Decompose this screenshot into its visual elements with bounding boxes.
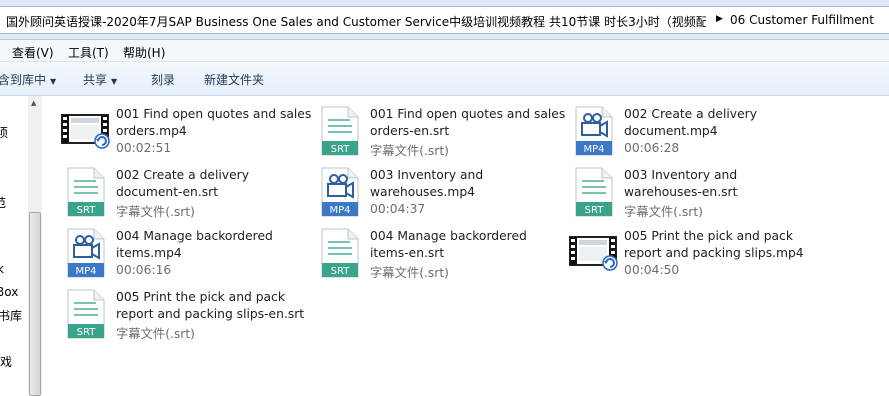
file-type: 字幕文件(.srt) bbox=[370, 144, 449, 158]
srt-badge: SRT bbox=[331, 266, 351, 277]
file-name-line2: orders-en.srt bbox=[370, 124, 450, 138]
video-thumbnail-icon bbox=[60, 106, 110, 156]
file-name-line1: 001 Find open quotes and sales bbox=[116, 107, 312, 121]
file-name-line2: items-en.srt bbox=[370, 246, 445, 260]
address-bar[interactable]: 国外顾问英语授课-2020年7月SAP Business One Sales a… bbox=[0, 6, 889, 34]
file-name-line1: 003 Inventory and bbox=[624, 168, 738, 182]
file-name-line2: report and packing slips.mp4 bbox=[624, 246, 804, 260]
nav-item[interactable]: 书库 bbox=[0, 307, 22, 324]
mp4-badge: MP4 bbox=[329, 205, 350, 216]
file-name-line1: 005 Print the pick and pack bbox=[116, 290, 285, 304]
mp4-file-icon: MP4 bbox=[60, 228, 110, 278]
file-name-line1: 004 Manage backordered bbox=[116, 229, 273, 243]
breadcrumb-chevron-icon[interactable]: ▶ bbox=[716, 14, 723, 24]
file-name-line2: items.mp4 bbox=[116, 246, 182, 260]
breadcrumb-current[interactable]: 06 Customer Fulfillment bbox=[730, 13, 874, 27]
address-bar-area: 国外顾问英语授课-2020年7月SAP Business One Sales a… bbox=[0, 0, 889, 40]
file-name-line2: warehouses-en.srt bbox=[624, 185, 738, 199]
file-item[interactable]: MP4 002 Create a delivery document.mp4 0… bbox=[568, 106, 816, 162]
file-name-line1: 005 Print the pick and pack bbox=[624, 229, 793, 243]
file-name-line1: 001 Find open quotes and sales bbox=[370, 107, 566, 121]
srt-file-icon: SRT bbox=[314, 228, 364, 278]
nav-item[interactable]: 须 bbox=[0, 124, 8, 141]
file-name-line1: 004 Manage backordered bbox=[370, 229, 527, 243]
file-duration: 00:04:50 bbox=[624, 263, 680, 277]
file-item[interactable]: 001 Find open quotes and sales orders.mp… bbox=[60, 106, 312, 162]
file-item[interactable]: MP4 004 Manage backordered items.mp4 00:… bbox=[60, 228, 308, 284]
file-item[interactable]: SRT 003 Inventory and warehouses-en.srt … bbox=[568, 167, 816, 223]
srt-badge: SRT bbox=[331, 144, 351, 155]
srt-badge: SRT bbox=[77, 205, 97, 216]
file-duration: 00:06:16 bbox=[116, 263, 172, 277]
file-item[interactable]: SRT 004 Manage backordered items-en.srt … bbox=[314, 228, 562, 284]
mp4-file-icon: MP4 bbox=[568, 106, 618, 156]
nav-item[interactable]: k bbox=[0, 262, 4, 276]
share-label: 共享 bbox=[83, 73, 108, 87]
file-item[interactable]: SRT 002 Create a delivery document-en.sr… bbox=[60, 167, 308, 223]
file-duration: 00:06:28 bbox=[624, 141, 680, 155]
file-name-line2: orders.mp4 bbox=[116, 124, 187, 138]
include-in-library-label: 包含到库中 bbox=[0, 73, 47, 87]
menu-help[interactable]: 帮助(H) bbox=[123, 44, 165, 61]
file-duration: 00:04:37 bbox=[370, 202, 426, 216]
nav-item[interactable]: Box bbox=[0, 285, 18, 299]
chevron-down-icon: ▼ bbox=[111, 77, 118, 86]
file-item[interactable]: 005 Print the pick and pack report and p… bbox=[568, 228, 816, 284]
new-folder-button[interactable]: 新建文件夹 bbox=[204, 71, 264, 88]
nav-item[interactable]: 游戏 bbox=[0, 353, 12, 370]
scrollbar-thumb[interactable] bbox=[29, 212, 41, 396]
srt-file-icon: SRT bbox=[314, 106, 364, 156]
scroll-up-arrow-icon[interactable]: ▲ bbox=[31, 99, 36, 107]
srt-file-icon: SRT bbox=[568, 167, 618, 217]
file-type: 字幕文件(.srt) bbox=[624, 205, 703, 219]
command-bar: 包含到库中▼ 共享▼ 刻录 新建文件夹 bbox=[0, 62, 889, 96]
file-type: 字幕文件(.srt) bbox=[116, 327, 195, 341]
menu-bar: 查看(V) 工具(T) 帮助(H) bbox=[0, 40, 889, 62]
srt-badge: SRT bbox=[585, 205, 605, 216]
file-type: 字幕文件(.srt) bbox=[370, 266, 449, 280]
file-item[interactable]: MP4 003 Inventory and warehouses.mp4 00:… bbox=[314, 167, 562, 223]
include-in-library-button[interactable]: 包含到库中▼ bbox=[0, 71, 56, 88]
mp4-badge: MP4 bbox=[583, 144, 604, 155]
file-name-line2: document-en.srt bbox=[116, 185, 219, 199]
file-name-line1: 002 Create a delivery bbox=[624, 107, 757, 121]
file-name-line1: 003 Inventory and bbox=[370, 168, 484, 182]
file-name-line2: report and packing slips-en.srt bbox=[116, 307, 305, 321]
srt-badge: SRT bbox=[77, 327, 97, 338]
mp4-file-icon: MP4 bbox=[314, 167, 364, 217]
file-type: 字幕文件(.srt) bbox=[116, 205, 195, 219]
srt-file-icon: SRT bbox=[60, 167, 110, 217]
burn-button[interactable]: 刻录 bbox=[151, 71, 175, 88]
menu-tools[interactable]: 工具(T) bbox=[68, 44, 109, 61]
file-name-line1: 002 Create a delivery bbox=[116, 168, 249, 182]
nav-item[interactable]: 范 bbox=[0, 194, 6, 211]
mp4-badge: MP4 bbox=[75, 266, 96, 277]
menu-view[interactable]: 查看(V) bbox=[12, 44, 54, 61]
chevron-down-icon: ▼ bbox=[50, 77, 57, 86]
file-duration: 00:02:51 bbox=[116, 141, 172, 155]
srt-file-icon: SRT bbox=[60, 289, 110, 339]
file-item[interactable]: SRT 005 Print the pick and pack report a… bbox=[60, 289, 308, 345]
file-name-line2: document.mp4 bbox=[624, 124, 718, 138]
breadcrumb-parent[interactable]: 国外顾问英语授课-2020年7月SAP Business One Sales a… bbox=[6, 13, 706, 30]
share-button[interactable]: 共享 ▼ bbox=[83, 71, 117, 88]
video-thumbnail-icon bbox=[568, 228, 618, 278]
nav-scrollbar[interactable]: ▲ bbox=[28, 96, 42, 396]
file-item[interactable]: SRT 001 Find open quotes and sales order… bbox=[314, 106, 566, 162]
file-name-line2: warehouses.mp4 bbox=[370, 185, 475, 199]
